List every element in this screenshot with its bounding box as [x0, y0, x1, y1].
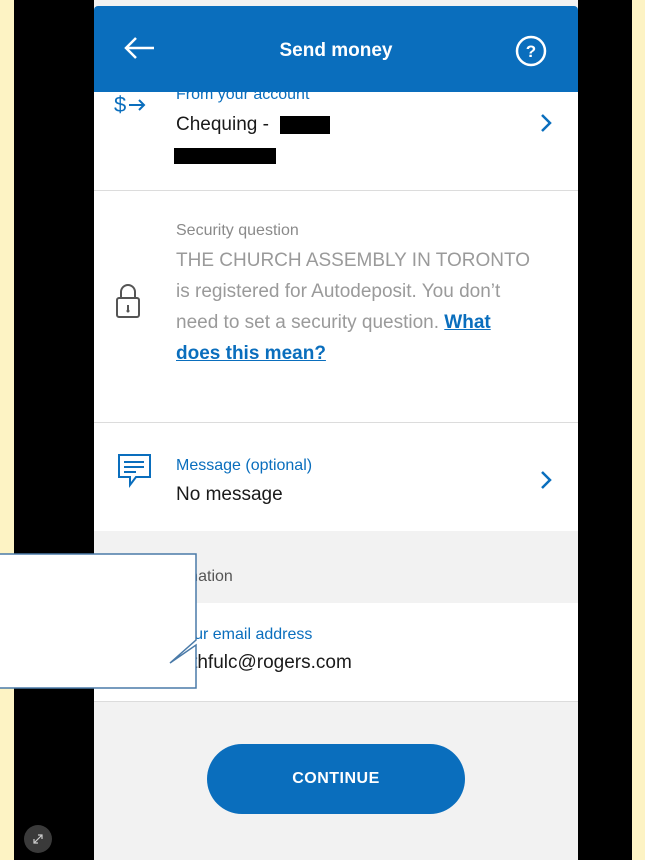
message-icon	[118, 454, 151, 488]
minimize-button[interactable]	[24, 825, 52, 853]
left-frame	[14, 0, 94, 860]
app-bar: Send money ?	[94, 6, 578, 92]
phone-screen: $ From your account Chequing - Security …	[94, 0, 578, 860]
dollar-transfer-icon: $	[114, 92, 146, 117]
redacted-account-number	[280, 116, 330, 134]
email-row: Your email address faithfulc@rogers.com	[94, 603, 578, 701]
lock-icon	[116, 284, 140, 318]
svg-text:?: ?	[526, 42, 536, 61]
redacted-balance	[174, 148, 276, 164]
your-information-heading: Your Information	[116, 568, 233, 585]
email-label: Your email address	[176, 626, 313, 643]
security-question-section: Security question THE CHURCH ASSEMBLY IN…	[94, 191, 578, 422]
minimize-arrows-icon	[33, 834, 43, 844]
email-value: faithfulc@rogers.com	[172, 652, 352, 673]
person-icon	[120, 624, 150, 658]
account-name: Chequing -	[176, 114, 269, 135]
message-row[interactable]: Message (optional) No message	[94, 423, 578, 531]
message-label: Message (optional)	[176, 457, 313, 474]
help-circle-icon[interactable]: ?	[514, 34, 548, 68]
svg-text:$: $	[114, 92, 126, 117]
security-question-label: Security question	[176, 222, 299, 239]
message-value: No message	[176, 484, 283, 505]
chevron-right-icon	[541, 471, 552, 489]
divider	[94, 701, 578, 702]
from-account-row[interactable]: $ From your account Chequing -	[94, 86, 578, 190]
continue-button[interactable]: CONTINUE	[207, 744, 465, 814]
page-title: Send money	[279, 40, 393, 61]
security-message: THE CHURCH ASSEMBLY IN TORONTO is regist…	[176, 245, 536, 369]
chevron-right-icon	[541, 114, 552, 132]
right-frame	[578, 0, 632, 860]
